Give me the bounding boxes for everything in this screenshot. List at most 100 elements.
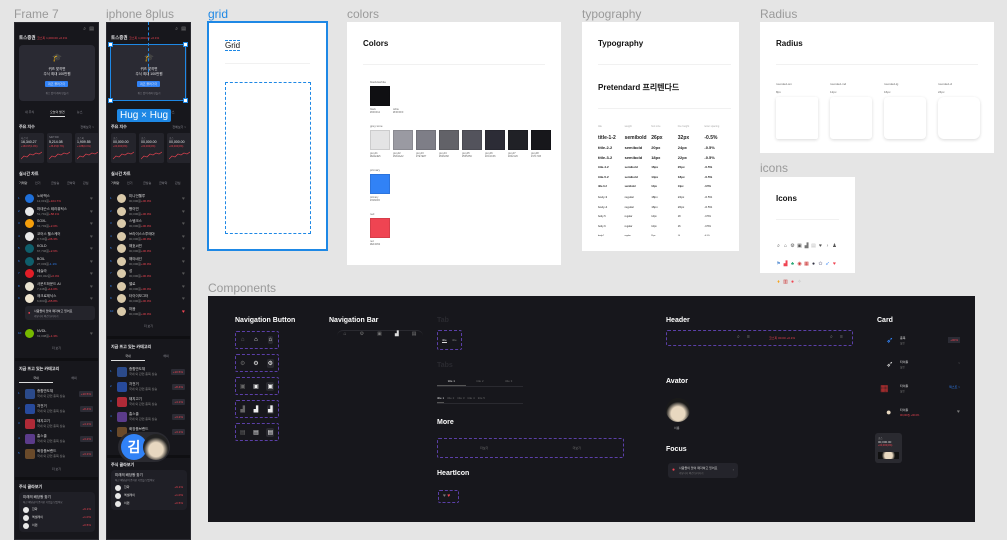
- nav-button-gear-icon[interactable]: ⚙: [253, 360, 258, 367]
- resize-handle[interactable]: [183, 98, 188, 103]
- flag-icon[interactable]: ⚑: [776, 262, 781, 267]
- see-all-link[interactable]: 전체보기 >: [80, 125, 94, 129]
- pick-row[interactable]: 이편 +0.5%: [111, 500, 187, 508]
- nav-button-chart-icon[interactable]: ▟: [267, 404, 274, 414]
- stock-row[interactable]: 6 해야네선 00,000원+00.0% ♥: [107, 256, 190, 268]
- main-tab[interactable]: 뉴스: [77, 110, 83, 114]
- stock-row[interactable]: 10 NVDL 63,008원+1.3% ♥: [15, 328, 98, 340]
- search-icon[interactable]: ⌕: [737, 334, 740, 340]
- chart-tab[interactable]: 인기: [35, 181, 41, 185]
- rabbit-icon[interactable]: ✿: [818, 262, 823, 267]
- nav-button-chart-icon[interactable]: ▟: [240, 406, 245, 413]
- main-tab[interactable]: 오늘의 발견: [50, 110, 65, 117]
- stock-row[interactable]: 3 스템크스 00,000원+00.0% ♥: [107, 218, 190, 230]
- chart-tab[interactable]: 급상승: [143, 181, 151, 185]
- tabs-item[interactable]: title 5: [478, 396, 485, 403]
- card-row[interactable]: ● 타이틀 00,000원 +00.0% ♥: [880, 406, 960, 420]
- more-button[interactable]: 더보기: [573, 446, 581, 450]
- heart-icon[interactable]: ♥: [182, 234, 185, 240]
- menu-icon[interactable]: ▤: [89, 26, 94, 32]
- color-swatch-black[interactable]: [370, 86, 390, 106]
- home-icon[interactable]: ⌂: [344, 331, 347, 342]
- components-frame[interactable]: Navigation Button Navigation Bar Tab Tab…: [208, 296, 975, 522]
- heart-red-icon[interactable]: ♥: [832, 262, 837, 267]
- radius-frame[interactable]: Radius rounded-sm 8px rounded-md 12px rounde…: [760, 22, 994, 153]
- nav-button-home-icon[interactable]: ⌂: [254, 337, 258, 343]
- tab-item[interactable]: title: [452, 338, 457, 342]
- tabs-item[interactable]: title 1: [437, 379, 466, 386]
- nav-button-home-icon[interactable]: ⌂: [241, 337, 245, 343]
- frame-label-icons[interactable]: icons: [760, 161, 788, 175]
- color-swatch-grey03[interactable]: [416, 130, 436, 150]
- frame-label-frame7[interactable]: Frame 7: [14, 7, 59, 21]
- heart-icon[interactable]: ♥: [182, 221, 185, 227]
- flag-us-icon[interactable]: ▦: [804, 262, 809, 267]
- chart-tab[interactable]: 거래량: [111, 181, 119, 185]
- nav-button-bag-icon[interactable]: ▣: [240, 383, 246, 390]
- chart-tab[interactable]: 인기: [127, 181, 133, 185]
- chart-tab[interactable]: 급하락: [159, 181, 167, 185]
- chart-tab[interactable]: 급하락: [67, 181, 75, 185]
- gear-icon[interactable]: ⚙: [360, 331, 364, 342]
- stock-row[interactable]: 9 매크로제닉스 6,603원+65.8% ♥: [15, 293, 98, 305]
- more-button[interactable]: 더 보기: [15, 346, 98, 350]
- stock-row[interactable]: 7 성 00,000원+00.0% ♥: [107, 268, 190, 280]
- sparkle-icon[interactable]: ✧: [797, 280, 802, 285]
- see-all-link[interactable]: 전체보기 >: [172, 125, 186, 129]
- heart-icon[interactable]: ♥: [90, 209, 93, 215]
- pick-row[interactable]: 이편 +0.5%: [19, 522, 95, 530]
- color-swatch-primary[interactable]: [370, 174, 390, 194]
- chart-red-icon[interactable]: ▟: [783, 262, 788, 267]
- stock-row[interactable]: 3 SOXL 63,793원+2.0% ♥: [15, 218, 98, 230]
- heart-icon[interactable]: ♥: [182, 309, 185, 315]
- doc-icon[interactable]: ▤: [412, 331, 417, 342]
- heart-icon[interactable]: ♥: [90, 246, 93, 252]
- color-swatch-grey05[interactable]: [462, 130, 482, 150]
- heart-icon[interactable]: ♥: [182, 271, 185, 277]
- more-button[interactable]: 더 보기: [15, 467, 98, 471]
- search-icon[interactable]: ⌕: [776, 244, 781, 249]
- robot-icon[interactable]: ♣: [790, 262, 795, 267]
- frame-label-iphone[interactable]: iphone 8plus: [106, 7, 174, 21]
- chart-tab[interactable]: 관심: [83, 181, 89, 185]
- stock-row[interactable]: 2 마데슨스 테라퓨틱스 51,791원+58.1% ♥: [15, 206, 98, 218]
- color-swatch-grey07[interactable]: [508, 130, 528, 150]
- menu-icon[interactable]: ▤: [181, 26, 186, 32]
- color-swatch-grey08[interactable]: [531, 130, 551, 150]
- color-swatch-grey04[interactable]: [439, 130, 459, 150]
- category-row[interactable]: 4 홈스쿨 국내 외 관련 종목 상승 +3.2%: [15, 433, 98, 447]
- stock-row[interactable]: 8 사운드하운드 AI 7,448원+14.0% ♥: [15, 281, 98, 293]
- color-swatch-grey06[interactable]: [485, 130, 505, 150]
- main-tab[interactable]: 내 주식: [25, 110, 34, 114]
- category-row[interactable]: 4 홈스쿨 국내 외 관련 종목 상승 +3.2%: [107, 411, 190, 425]
- color-swatch-white[interactable]: [393, 86, 413, 106]
- heart-icon[interactable]: ♥: [90, 259, 93, 265]
- pick-row[interactable]: 엑셀레이 +1.0%: [19, 514, 95, 522]
- nav-button-bag-icon[interactable]: ▣: [253, 383, 259, 390]
- flag-kr-icon[interactable]: ◉: [797, 262, 802, 267]
- color-swatch-grey02[interactable]: [393, 130, 413, 150]
- heart-icon[interactable]: ♥: [182, 209, 185, 215]
- bars-icon[interactable]: ▥: [783, 280, 788, 285]
- stock-row[interactable]: 1 노바백스 12,019원+104.7% ♥: [15, 193, 98, 205]
- chart-tab[interactable]: 급상승: [51, 181, 59, 185]
- apple-icon[interactable]: ●: [790, 280, 795, 285]
- resize-handle[interactable]: [108, 98, 113, 103]
- heart-icon[interactable]: ♥: [90, 234, 93, 240]
- nav-button-doc-icon[interactable]: ▤: [253, 429, 259, 436]
- resize-handle[interactable]: [183, 42, 188, 47]
- stock-row[interactable]: 6 BOIL 27,003원-1.1% ♥: [15, 256, 98, 268]
- chart-icon[interactable]: ▟: [804, 244, 809, 249]
- index-card[interactable]: S&P 500 5,214.08 +36.45(0.7%): [47, 133, 72, 163]
- pick-row[interactable]: 한화 +9.1%: [111, 484, 187, 492]
- bell-icon[interactable]: ♦: [776, 280, 781, 285]
- index-card[interactable]: 코스 00,000.00 +00,000(0%): [111, 133, 136, 163]
- stock-row[interactable]: 5 해호씨빈 00,000원+00.0% ♥: [107, 243, 190, 255]
- search-icon[interactable]: ⌕: [83, 26, 86, 32]
- search-icon[interactable]: ⌕: [175, 26, 178, 32]
- heart-icon[interactable]: ♥: [182, 284, 185, 290]
- heart-icon[interactable]: ♥: [90, 296, 93, 302]
- focus-card[interactable]: ● 사람들이 많이 매각하고 있어요 커뮤니티 의견 보러가기 ›: [668, 463, 738, 478]
- more-button[interactable]: 더 보기: [107, 324, 190, 328]
- category-tab[interactable]: 해외: [57, 376, 91, 380]
